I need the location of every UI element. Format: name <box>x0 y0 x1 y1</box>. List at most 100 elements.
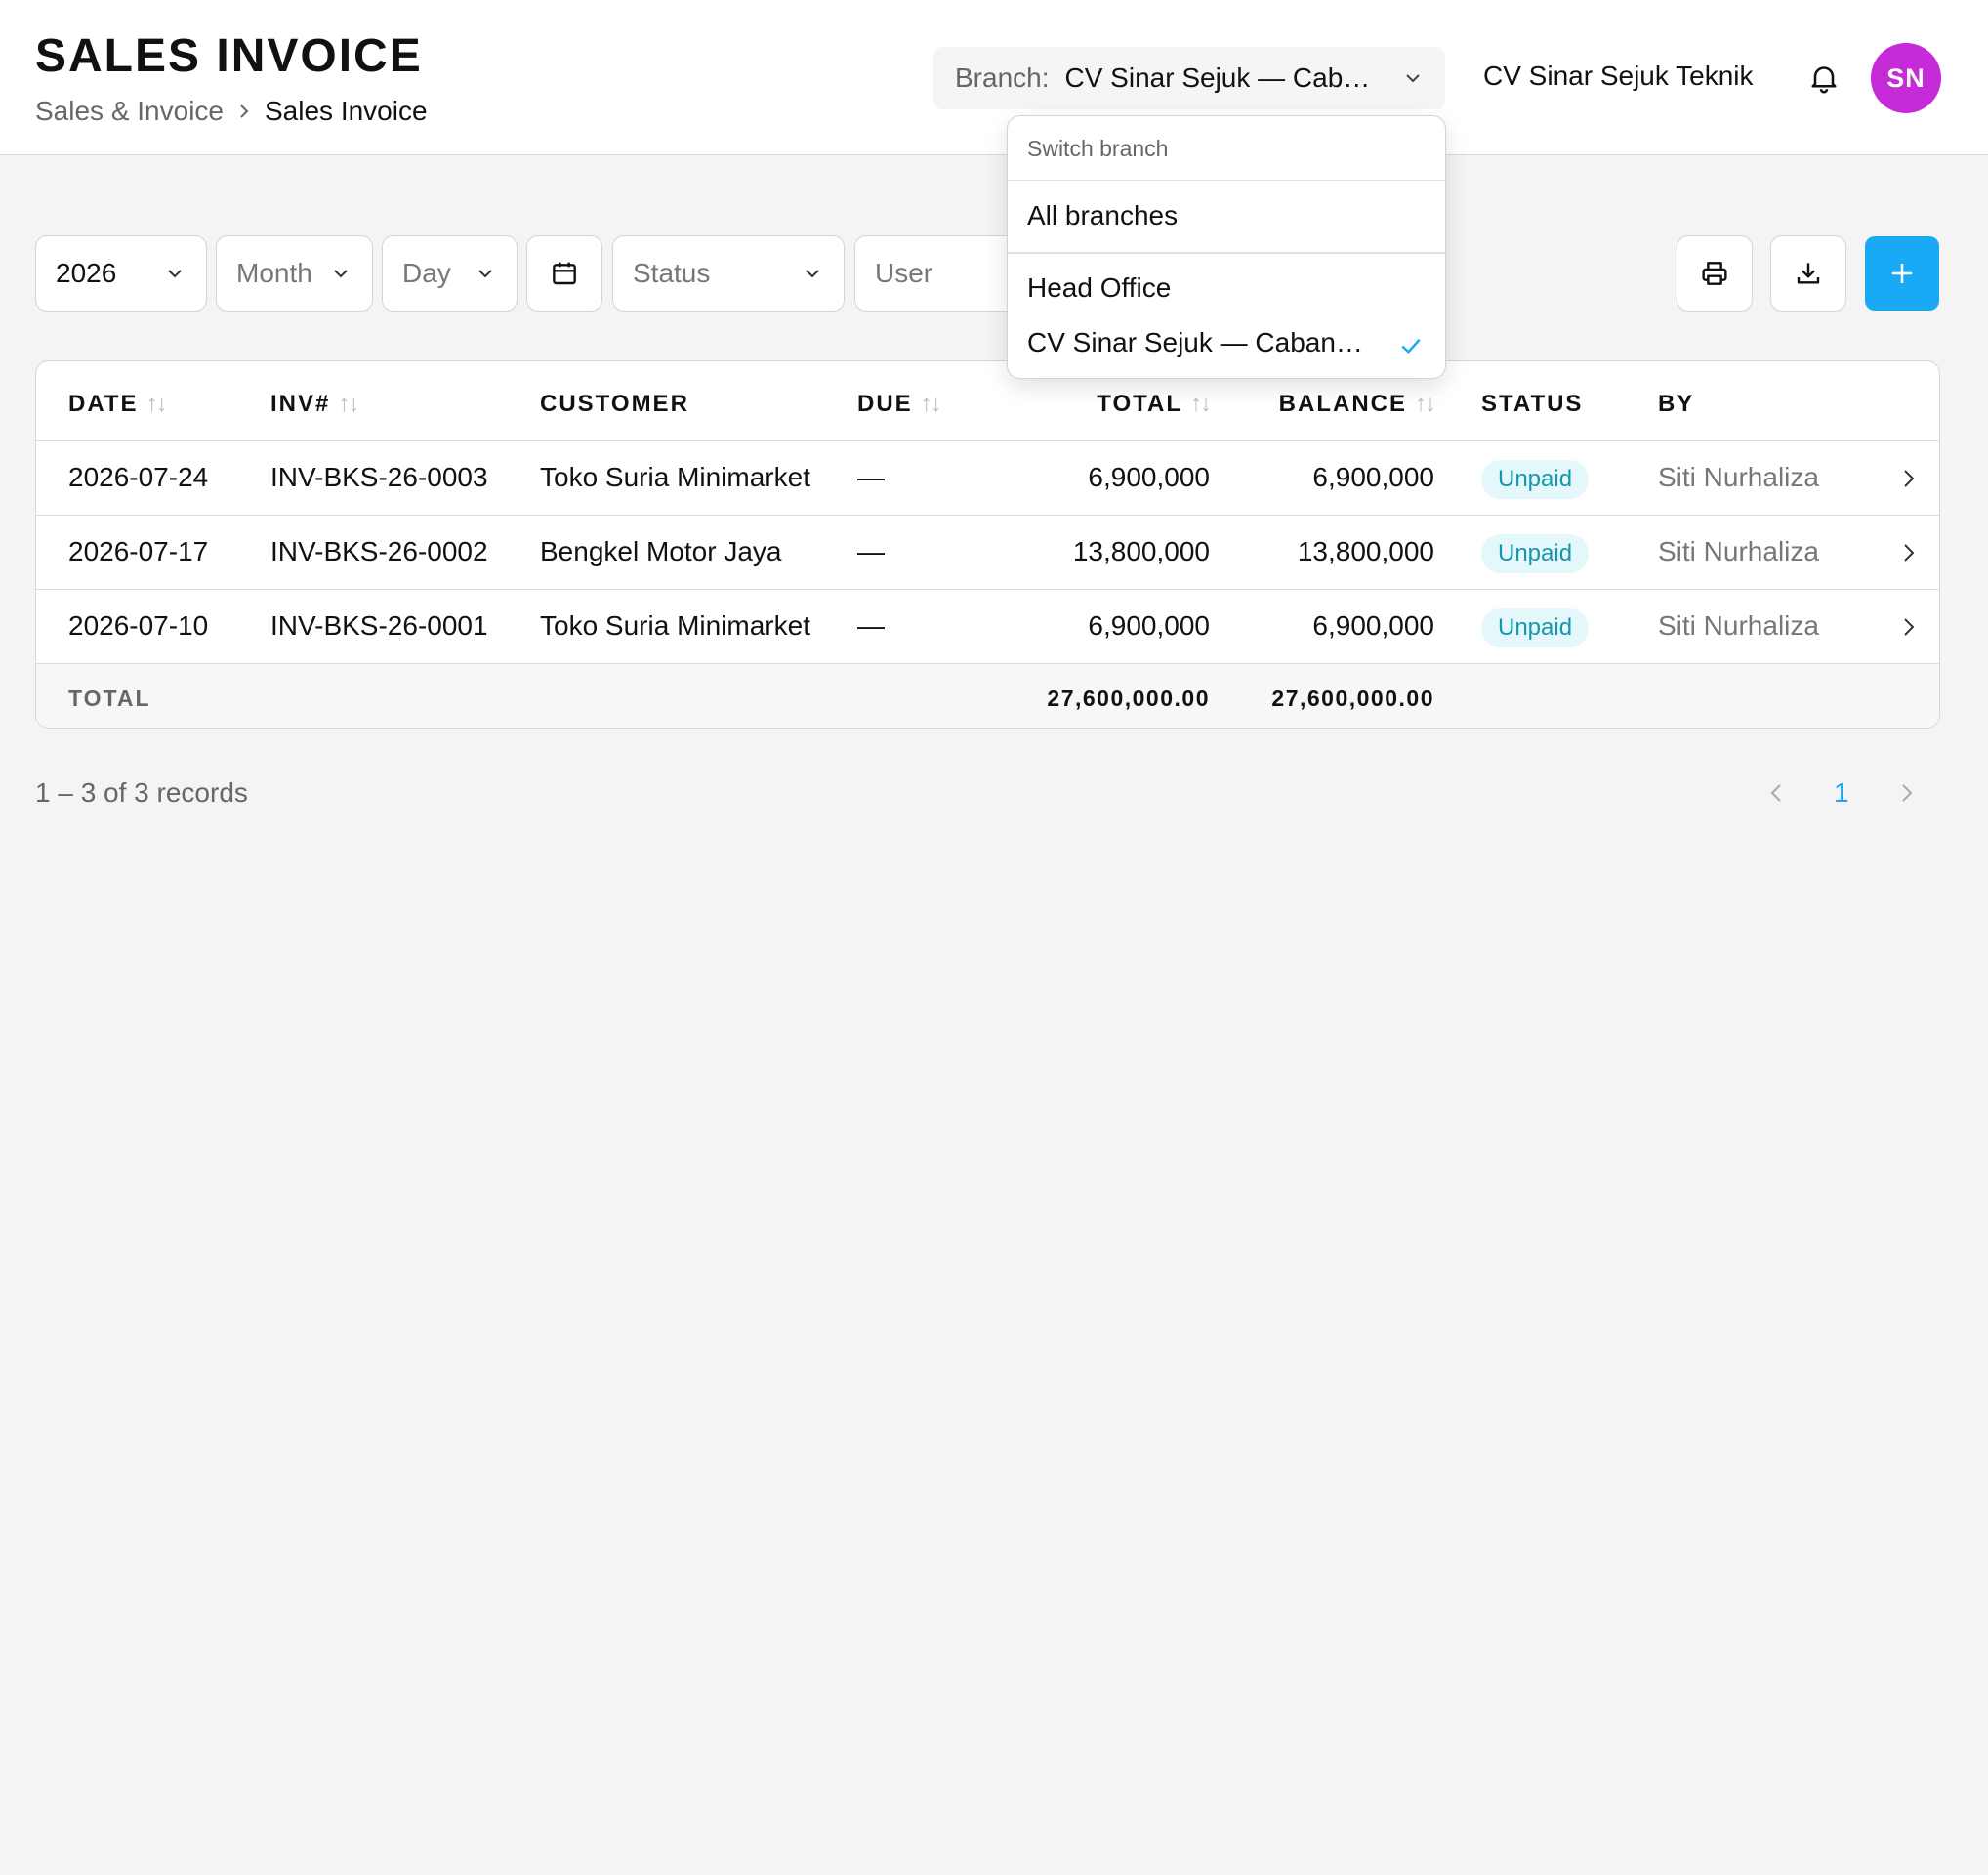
sort-icon: ↑↓ <box>145 391 168 417</box>
status-badge: Unpaid <box>1481 534 1590 573</box>
top-header: SALES INVOICE Sales & Invoice Sales Invo… <box>0 0 1988 155</box>
cell-balance: 6,900,000 <box>1312 610 1434 641</box>
sort-icon: ↑↓ <box>338 391 359 417</box>
download-button[interactable] <box>1770 235 1846 312</box>
printer-icon <box>1699 258 1730 289</box>
branch-option-all[interactable]: All branches <box>1027 200 1178 231</box>
sort-icon: ↑↓ <box>1190 391 1212 417</box>
sort-icon: ↑↓ <box>920 391 942 417</box>
column-header-status: STATUS <box>1481 391 1583 418</box>
branch-dropdown: Switch branch All branches Head Office C… <box>1007 115 1446 379</box>
cell-by: Siti Nurhaliza <box>1658 536 1819 566</box>
branch-value: CV Sinar Sejuk — Cab… <box>1064 62 1371 93</box>
column-header-label: BALANCE <box>1278 391 1407 417</box>
cell-due: — <box>857 610 885 641</box>
chevron-down-icon <box>329 262 352 285</box>
chevron-down-icon <box>163 262 186 285</box>
chevron-down-icon <box>801 262 824 285</box>
footer-balance-value: 27,600,000.00 <box>1271 686 1434 711</box>
breadcrumb-parent-link[interactable]: Sales & Invoice <box>35 96 224 127</box>
table-row[interactable]: 2026-07-17 INV-BKS-26-0002 Bengkel Motor… <box>36 516 1939 590</box>
chevron-right-icon[interactable] <box>1895 779 1919 807</box>
chevron-down-icon <box>474 262 497 285</box>
column-header-label: STATUS <box>1481 391 1584 417</box>
column-header-label: DATE <box>68 391 139 417</box>
cell-customer: Bengkel Motor Jaya <box>540 536 782 566</box>
column-header-due[interactable]: DUE ↑↓ <box>857 391 942 418</box>
download-icon <box>1793 258 1824 289</box>
cell-invoice-number: INV-BKS-26-0001 <box>270 610 488 641</box>
footer-total-value: 27,600,000.00 <box>1047 686 1210 711</box>
cell-balance: 13,800,000 <box>1297 536 1434 566</box>
chevron-right-icon[interactable] <box>1897 465 1921 492</box>
chevron-down-icon <box>1402 67 1424 89</box>
chevron-right-icon[interactable] <box>1897 613 1921 641</box>
company-name: CV Sinar Sejuk Teknik <box>1483 61 1754 91</box>
column-header-balance[interactable]: BALANCE ↑↓ <box>1208 391 1436 418</box>
column-header-label: BY <box>1658 391 1695 417</box>
status-badge: Unpaid <box>1481 608 1590 647</box>
status-select[interactable]: Status <box>612 235 845 312</box>
cell-date: 2026-07-10 <box>68 610 209 641</box>
year-value: 2026 <box>56 258 117 288</box>
date-picker-button[interactable] <box>526 235 602 312</box>
month-placeholder: Month <box>236 258 312 288</box>
cell-date: 2026-07-17 <box>68 536 209 566</box>
records-count: 1 – 3 of 3 records <box>35 777 248 808</box>
cell-invoice-number: INV-BKS-26-0002 <box>270 536 488 566</box>
chevron-right-icon <box>237 102 251 121</box>
user-avatar[interactable]: SN <box>1871 43 1941 113</box>
column-header-label: CUSTOMER <box>540 391 689 417</box>
cell-customer: Toko Suria Minimarket <box>540 462 810 492</box>
print-button[interactable] <box>1677 235 1753 312</box>
bell-icon[interactable] <box>1806 61 1842 96</box>
column-header-customer: CUSTOMER <box>540 391 689 418</box>
dropdown-title: Switch branch <box>1008 116 1445 181</box>
add-invoice-button[interactable] <box>1865 236 1939 311</box>
table-footer: TOTAL 27,600,000.00 27,600,000.00 <box>36 664 1939 728</box>
cell-total: 6,900,000 <box>1088 462 1210 492</box>
invoice-table: DATE ↑↓ INV# ↑↓ CUSTOMER DUE ↑↓ TOTAL ↑↓ BAL… <box>35 360 1940 729</box>
check-icon <box>1396 331 1426 360</box>
calendar-icon <box>549 258 580 289</box>
footer-total-label: TOTAL <box>68 686 151 711</box>
pagination-page-1[interactable]: 1 <box>1834 777 1849 809</box>
page-title: SALES INVOICE <box>35 30 423 82</box>
column-header-label: DUE <box>857 391 913 417</box>
status-badge: Unpaid <box>1481 460 1590 499</box>
day-select[interactable]: Day <box>382 235 518 312</box>
branch-option-cv-sinar-sejuk[interactable]: CV Sinar Sejuk — Caban… <box>1027 327 1363 358</box>
year-select[interactable]: 2026 <box>35 235 207 312</box>
sort-icon: ↑↓ <box>1415 391 1436 417</box>
cell-due: — <box>857 536 885 566</box>
cell-date: 2026-07-24 <box>68 462 209 492</box>
cell-total: 13,800,000 <box>1072 536 1210 566</box>
column-header-total[interactable]: TOTAL ↑↓ <box>1013 391 1212 418</box>
cell-balance: 6,900,000 <box>1312 462 1434 492</box>
cell-by: Siti Nurhaliza <box>1658 610 1819 641</box>
breadcrumb: Sales & Invoice Sales Invoice <box>35 96 428 127</box>
table-row[interactable]: 2026-07-10 INV-BKS-26-0001 Toko Suria Mi… <box>36 590 1939 664</box>
branch-option-head-office[interactable]: Head Office <box>1027 272 1171 304</box>
column-header-label: TOTAL <box>1097 391 1182 417</box>
breadcrumb-current: Sales Invoice <box>265 96 428 126</box>
cell-customer: Toko Suria Minimarket <box>540 610 810 641</box>
dropdown-divider <box>1008 252 1445 254</box>
branch-selector[interactable]: Branch: CV Sinar Sejuk — Cab… <box>933 47 1445 109</box>
chevron-left-icon[interactable] <box>1764 779 1788 807</box>
month-select[interactable]: Month <box>216 235 373 312</box>
day-placeholder: Day <box>402 258 451 288</box>
cell-due: — <box>857 462 885 492</box>
column-header-inv[interactable]: INV# ↑↓ <box>270 391 359 418</box>
chevron-right-icon[interactable] <box>1897 539 1921 566</box>
cell-by: Siti Nurhaliza <box>1658 462 1819 492</box>
branch-label: Branch: <box>955 62 1050 93</box>
cell-total: 6,900,000 <box>1088 610 1210 641</box>
cell-invoice-number: INV-BKS-26-0003 <box>270 462 488 492</box>
status-placeholder: Status <box>633 258 711 288</box>
column-header-by: BY <box>1658 391 1694 418</box>
column-header-date[interactable]: DATE ↑↓ <box>68 391 168 418</box>
table-row[interactable]: 2026-07-24 INV-BKS-26-0003 Toko Suria Mi… <box>36 441 1939 516</box>
column-header-label: INV# <box>270 391 331 417</box>
plus-icon <box>1887 259 1917 288</box>
